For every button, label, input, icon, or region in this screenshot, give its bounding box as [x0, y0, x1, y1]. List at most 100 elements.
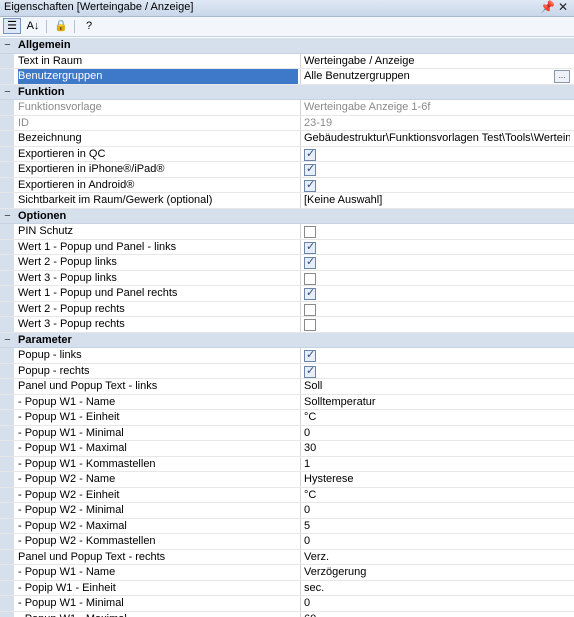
ellipsis-button[interactable]: ...	[554, 70, 570, 83]
checkbox-checked[interactable]: ✓	[304, 365, 316, 378]
property-name[interactable]: Wert 3 - Popup links	[18, 271, 298, 286]
collapse-icon[interactable]: −	[3, 86, 12, 98]
property-value[interactable]: sec.	[304, 581, 570, 596]
close-icon[interactable]: ✕	[556, 0, 570, 15]
property-name[interactable]: Panel und Popup Text - rechts	[18, 550, 298, 565]
property-value[interactable]: Soll	[304, 379, 570, 394]
property-name[interactable]: Wert 2 - Popup rechts	[18, 302, 298, 317]
property-row[interactable]: - Popup W2 - Einheit °C	[0, 487, 574, 503]
property-row[interactable]: Panel und Popup Text - links Soll	[0, 379, 574, 395]
property-name[interactable]: - Popup W2 - Minimal	[18, 503, 298, 518]
checkbox-checked[interactable]: ✓	[304, 287, 316, 300]
column-divider[interactable]	[300, 348, 301, 363]
checkbox-unchecked[interactable]	[304, 319, 316, 331]
column-divider[interactable]	[300, 317, 301, 332]
collapse-icon[interactable]: −	[3, 39, 12, 51]
property-value[interactable]: 60	[304, 612, 570, 617]
column-divider[interactable]	[300, 115, 301, 130]
checkbox-unchecked[interactable]	[304, 272, 316, 285]
property-row[interactable]: Wert 3 - Popup rechts	[0, 317, 574, 333]
property-name[interactable]: Exportieren in Android®	[18, 178, 298, 193]
category-funktion[interactable]: − Funktion	[0, 84, 574, 100]
property-name[interactable]: - Popup W1 - Name	[18, 395, 298, 410]
property-name[interactable]: Wert 2 - Popup links	[18, 255, 298, 270]
property-name[interactable]: Benutzergruppen	[18, 69, 298, 84]
checkbox-checked[interactable]: ✓	[304, 148, 316, 161]
property-value[interactable]: 0	[304, 503, 570, 518]
category-optionen[interactable]: − Optionen	[0, 208, 574, 224]
property-row[interactable]: - Popup W1 - Name Solltemperatur	[0, 394, 574, 410]
property-name[interactable]: PIN Schutz	[18, 224, 298, 239]
property-name[interactable]: Popup - rechts	[18, 364, 298, 379]
column-divider[interactable]	[300, 580, 301, 595]
property-value[interactable]: Gebäudestruktur\Funktionsvorlagen Test\T…	[304, 131, 570, 146]
property-name[interactable]: - Popup W2 - Kommastellen	[18, 534, 298, 549]
column-divider[interactable]	[300, 425, 301, 440]
column-divider[interactable]	[300, 503, 301, 518]
column-divider[interactable]	[300, 394, 301, 409]
property-row[interactable]: Funktionsvorlage Werteingabe Anzeige 1-6f	[0, 100, 574, 116]
column-divider[interactable]	[300, 286, 301, 301]
property-value[interactable]: 0	[304, 534, 570, 549]
property-name[interactable]: - Popup W2 - Einheit	[18, 488, 298, 503]
property-row[interactable]: Popup - rechts ✓	[0, 363, 574, 379]
property-name[interactable]: Popup - links	[18, 348, 298, 363]
property-name[interactable]: Wert 1 - Popup und Panel - links	[18, 240, 298, 255]
column-divider[interactable]	[300, 472, 301, 487]
property-name[interactable]: Exportieren in iPhone®/iPad®	[18, 162, 298, 177]
property-value[interactable]: Hysterese	[304, 472, 570, 487]
property-row[interactable]: Panel und Popup Text - rechts Verz.	[0, 549, 574, 565]
collapse-icon[interactable]: −	[3, 210, 12, 222]
column-divider[interactable]	[300, 162, 301, 177]
property-value[interactable]: 5	[304, 519, 570, 534]
property-value[interactable]: °C	[304, 410, 570, 425]
column-divider[interactable]	[300, 596, 301, 611]
categorized-view-button[interactable]: ☰	[3, 18, 21, 34]
property-name[interactable]: Panel und Popup Text - links	[18, 379, 298, 394]
column-divider[interactable]	[300, 379, 301, 394]
property-value[interactable]: [Keine Auswahl]	[304, 193, 570, 208]
property-name[interactable]: Wert 1 - Popup und Panel rechts	[18, 286, 298, 301]
property-value[interactable]: 1	[304, 457, 570, 472]
column-divider[interactable]	[300, 177, 301, 192]
property-value[interactable]: 0	[304, 596, 570, 611]
property-row[interactable]: Wert 2 - Popup links ✓	[0, 255, 574, 271]
property-value[interactable]: 30	[304, 441, 570, 456]
checkbox-checked[interactable]: ✓	[304, 241, 316, 254]
property-name[interactable]: - Popup W1 - Maximal	[18, 441, 298, 456]
column-divider[interactable]	[300, 224, 301, 239]
property-row[interactable]: - Popup W1 - Maximal 60	[0, 611, 574, 617]
property-row[interactable]: - Popup W2 - Name Hysterese	[0, 472, 574, 488]
property-row[interactable]: Text in Raum Werteingabe / Anzeige	[0, 53, 574, 69]
property-value[interactable]: Werteingabe / Anzeige	[304, 54, 570, 69]
column-divider[interactable]	[300, 534, 301, 549]
alphabetical-sort-button[interactable]: A↓	[24, 18, 42, 34]
property-row[interactable]: - Popup W1 - Minimal 0	[0, 425, 574, 441]
property-row[interactable]: - Popip W1 - Einheit sec.	[0, 580, 574, 596]
column-divider[interactable]	[300, 456, 301, 471]
checkbox-checked[interactable]: ✓	[304, 179, 316, 192]
pin-icon[interactable]: 📌	[540, 0, 555, 15]
checkbox-checked[interactable]: ✓	[304, 163, 316, 176]
property-row[interactable]: - Popup W2 - Kommastellen 0	[0, 534, 574, 550]
property-row[interactable]: PIN Schutz	[0, 224, 574, 240]
property-row[interactable]: Wert 2 - Popup rechts	[0, 301, 574, 317]
column-divider[interactable]	[300, 69, 301, 84]
property-name[interactable]: - Popup W1 - Einheit	[18, 410, 298, 425]
property-row[interactable]: Wert 3 - Popup links	[0, 270, 574, 286]
category-allgemein[interactable]: − Allgemein	[0, 38, 574, 54]
property-name[interactable]: - Popup W1 - Maximal	[18, 612, 298, 617]
column-divider[interactable]	[300, 518, 301, 533]
property-value[interactable]: °C	[304, 488, 570, 503]
property-row[interactable]: - Popup W2 - Minimal 0	[0, 503, 574, 519]
property-value[interactable]: Solltemperatur	[304, 395, 570, 410]
checkbox-unchecked[interactable]	[304, 303, 316, 316]
property-row[interactable]: - Popup W1 - Kommastellen 1	[0, 456, 574, 472]
column-divider[interactable]	[300, 193, 301, 208]
category-parameter[interactable]: − Parameter	[0, 332, 574, 348]
property-row[interactable]: Wert 1 - Popup und Panel - links ✓	[0, 239, 574, 255]
collapse-icon[interactable]: −	[3, 334, 12, 346]
property-name[interactable]: ID	[18, 116, 298, 131]
column-divider[interactable]	[300, 487, 301, 502]
property-row[interactable]: Exportieren in QC ✓	[0, 146, 574, 162]
